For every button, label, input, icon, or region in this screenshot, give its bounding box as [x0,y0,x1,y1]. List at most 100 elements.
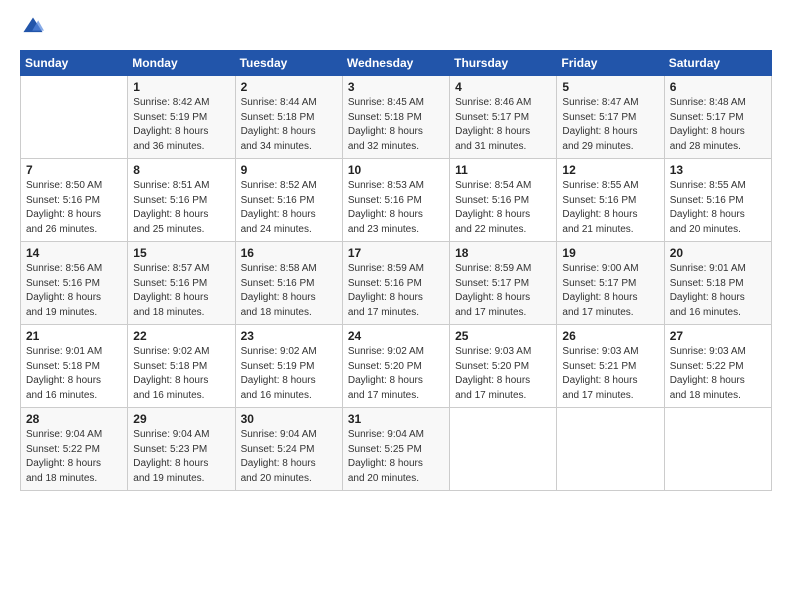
calendar-cell: 7 Sunrise: 8:50 AM Sunset: 5:16 PM Daylig… [21,159,128,242]
day-info: Sunrise: 8:58 AM Sunset: 5:16 PM Dayligh… [241,262,337,320]
day-number: 26 [562,329,658,343]
calendar-cell: 12 Sunrise: 8:55 AM Sunset: 5:16 PM Dayli… [557,159,664,242]
calendar-cell: 18Sunrise: 8:59 AM Sunset: 5:17 PM Dayli… [450,242,557,325]
calendar-cell: 2Sunrise: 8:44 AM Sunset: 5:18 PM Daylig… [235,76,342,159]
day-info: Sunrise: 9:03 AM Sunset: 5:21 PM Dayligh… [562,345,658,403]
calendar-cell: 3 Sunrise: 8:45 AM Sunset: 5:18 PM Daylig… [342,76,449,159]
calendar-cell: 31Sunrise: 9:04 AM Sunset: 5:25 PM Dayli… [342,408,449,491]
page-header [20,16,772,38]
week-row-4: 28 Sunrise: 9:04 AM Sunset: 5:22 PM Dayli… [21,408,772,491]
day-number: 11 [455,163,551,177]
day-number: 23 [241,329,337,343]
day-info: Sunrise: 9:04 AM Sunset: 5:23 PM Dayligh… [133,428,229,486]
day-info: Sunrise: 8:56 AM Sunset: 5:16 PM Dayligh… [26,262,122,320]
day-info: Sunrise: 9:02 AM Sunset: 5:20 PM Dayligh… [348,345,444,403]
calendar-cell [21,76,128,159]
day-number: 29 [133,412,229,426]
day-number: 24 [348,329,444,343]
calendar-cell [450,408,557,491]
day-info: Sunrise: 8:50 AM Sunset: 5:16 PM Dayligh… [26,179,122,237]
day-number: 1 [133,80,229,94]
calendar-cell: 10 Sunrise: 8:53 AM Sunset: 5:16 PM Dayli… [342,159,449,242]
calendar-cell: 27 Sunrise: 9:03 AM Sunset: 5:22 PM Dayli… [664,325,771,408]
week-row-2: 14 Sunrise: 8:56 AM Sunset: 5:16 PM Dayli… [21,242,772,325]
day-number: 27 [670,329,766,343]
calendar-cell: 17 Sunrise: 8:59 AM Sunset: 5:16 PM Dayli… [342,242,449,325]
day-header-friday: Friday [557,51,664,76]
day-info: Sunrise: 9:03 AM Sunset: 5:22 PM Dayligh… [670,345,766,403]
calendar-cell: 21 Sunrise: 9:01 AM Sunset: 5:18 PM Dayli… [21,325,128,408]
day-info: Sunrise: 8:59 AM Sunset: 5:16 PM Dayligh… [348,262,444,320]
calendar-cell [557,408,664,491]
calendar-cell: 13 Sunrise: 8:55 AM Sunset: 5:16 PM Dayli… [664,159,771,242]
calendar-cell: 11Sunrise: 8:54 AM Sunset: 5:16 PM Dayli… [450,159,557,242]
calendar-table: SundayMondayTuesdayWednesdayThursdayFrid… [20,50,772,491]
day-info: Sunrise: 8:55 AM Sunset: 5:16 PM Dayligh… [670,179,766,237]
calendar-cell: 16 Sunrise: 8:58 AM Sunset: 5:16 PM Dayli… [235,242,342,325]
day-info: Sunrise: 8:59 AM Sunset: 5:17 PM Dayligh… [455,262,551,320]
day-number: 5 [562,80,658,94]
week-row-0: 1 Sunrise: 8:42 AM Sunset: 5:19 PM Daylig… [21,76,772,159]
calendar-cell: 14 Sunrise: 8:56 AM Sunset: 5:16 PM Dayli… [21,242,128,325]
day-info: Sunrise: 9:01 AM Sunset: 5:18 PM Dayligh… [670,262,766,320]
day-info: Sunrise: 8:42 AM Sunset: 5:19 PM Dayligh… [133,96,229,154]
calendar-cell: 26 Sunrise: 9:03 AM Sunset: 5:21 PM Dayli… [557,325,664,408]
day-number: 7 [26,163,122,177]
day-number: 6 [670,80,766,94]
day-info: Sunrise: 8:53 AM Sunset: 5:16 PM Dayligh… [348,179,444,237]
day-info: Sunrise: 9:04 AM Sunset: 5:22 PM Dayligh… [26,428,122,486]
day-number: 21 [26,329,122,343]
day-info: Sunrise: 9:00 AM Sunset: 5:17 PM Dayligh… [562,262,658,320]
week-row-1: 7 Sunrise: 8:50 AM Sunset: 5:16 PM Daylig… [21,159,772,242]
calendar-cell: 23 Sunrise: 9:02 AM Sunset: 5:19 PM Dayli… [235,325,342,408]
day-info: Sunrise: 8:52 AM Sunset: 5:16 PM Dayligh… [241,179,337,237]
day-info: Sunrise: 8:55 AM Sunset: 5:16 PM Dayligh… [562,179,658,237]
day-header-wednesday: Wednesday [342,51,449,76]
logo [20,16,44,38]
calendar-cell: 5 Sunrise: 8:47 AM Sunset: 5:17 PM Daylig… [557,76,664,159]
day-number: 8 [133,163,229,177]
calendar-cell: 6 Sunrise: 8:48 AM Sunset: 5:17 PM Daylig… [664,76,771,159]
day-info: Sunrise: 8:48 AM Sunset: 5:17 PM Dayligh… [670,96,766,154]
day-info: Sunrise: 9:01 AM Sunset: 5:18 PM Dayligh… [26,345,122,403]
day-number: 17 [348,246,444,260]
calendar-cell: 15Sunrise: 8:57 AM Sunset: 5:16 PM Dayli… [128,242,235,325]
logo-icon [22,16,44,38]
day-number: 22 [133,329,229,343]
week-row-3: 21 Sunrise: 9:01 AM Sunset: 5:18 PM Dayli… [21,325,772,408]
day-info: Sunrise: 8:45 AM Sunset: 5:18 PM Dayligh… [348,96,444,154]
day-info: Sunrise: 8:51 AM Sunset: 5:16 PM Dayligh… [133,179,229,237]
calendar-cell: 4Sunrise: 8:46 AM Sunset: 5:17 PM Daylig… [450,76,557,159]
day-header-sunday: Sunday [21,51,128,76]
calendar-cell: 29 Sunrise: 9:04 AM Sunset: 5:23 PM Dayli… [128,408,235,491]
day-info: Sunrise: 8:47 AM Sunset: 5:17 PM Dayligh… [562,96,658,154]
calendar-cell: 1 Sunrise: 8:42 AM Sunset: 5:19 PM Daylig… [128,76,235,159]
day-number: 14 [26,246,122,260]
day-number: 4 [455,80,551,94]
day-number: 12 [562,163,658,177]
day-number: 28 [26,412,122,426]
calendar-cell: 19 Sunrise: 9:00 AM Sunset: 5:17 PM Dayli… [557,242,664,325]
day-number: 3 [348,80,444,94]
day-number: 10 [348,163,444,177]
day-number: 16 [241,246,337,260]
day-number: 2 [241,80,337,94]
day-header-saturday: Saturday [664,51,771,76]
day-info: Sunrise: 9:04 AM Sunset: 5:24 PM Dayligh… [241,428,337,486]
day-number: 13 [670,163,766,177]
day-header-monday: Monday [128,51,235,76]
calendar-cell: 9Sunrise: 8:52 AM Sunset: 5:16 PM Daylig… [235,159,342,242]
calendar-cell: 25 Sunrise: 9:03 AM Sunset: 5:20 PM Dayli… [450,325,557,408]
day-number: 31 [348,412,444,426]
day-info: Sunrise: 9:02 AM Sunset: 5:19 PM Dayligh… [241,345,337,403]
calendar-cell [664,408,771,491]
calendar-header-row: SundayMondayTuesdayWednesdayThursdayFrid… [21,51,772,76]
day-number: 20 [670,246,766,260]
calendar-cell: 24 Sunrise: 9:02 AM Sunset: 5:20 PM Dayli… [342,325,449,408]
day-info: Sunrise: 9:03 AM Sunset: 5:20 PM Dayligh… [455,345,551,403]
day-header-thursday: Thursday [450,51,557,76]
calendar-cell: 30Sunrise: 9:04 AM Sunset: 5:24 PM Dayli… [235,408,342,491]
calendar-cell: 22Sunrise: 9:02 AM Sunset: 5:18 PM Dayli… [128,325,235,408]
day-number: 19 [562,246,658,260]
day-number: 25 [455,329,551,343]
